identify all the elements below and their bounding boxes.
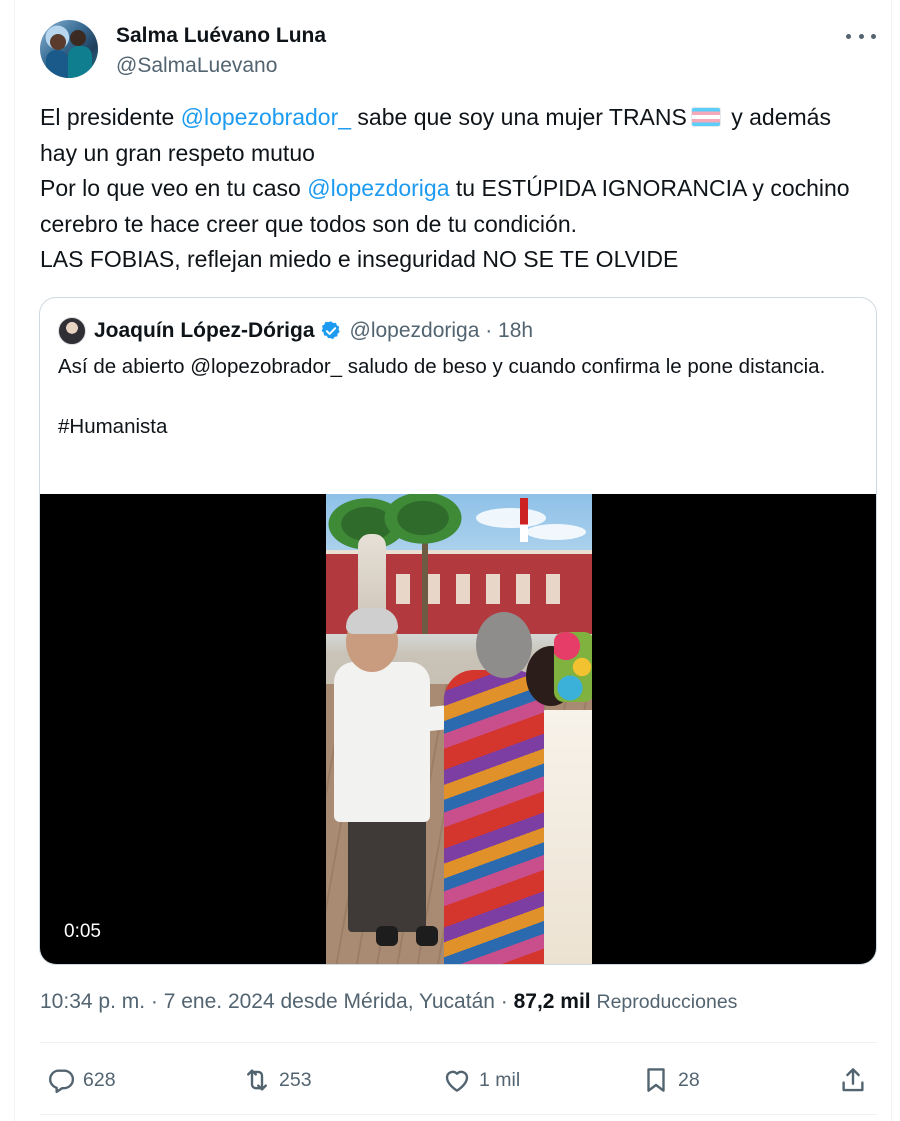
tweet-text-segment: sabe que soy una mujer TRANS: [351, 104, 687, 130]
tweet-header: Salma Luévano Luna @SalmaLuevano: [40, 20, 876, 80]
timeline-border-right: [891, 0, 892, 1121]
views-count: 87,2 mil: [513, 990, 591, 1013]
quoted-author-display-name[interactable]: Joaquín López-Dóriga: [94, 319, 315, 343]
divider: [40, 1042, 877, 1043]
reply-count: 628: [83, 1068, 116, 1091]
author-handle[interactable]: @SalmaLuevano: [116, 54, 277, 78]
action-bar: 628 253 1 mil 28: [40, 1060, 877, 1100]
transgender-flag-icon: [690, 106, 721, 127]
retweet-count: 253: [279, 1068, 312, 1091]
quoted-author-avatar[interactable]: [58, 317, 86, 345]
retweet-icon: [247, 1069, 267, 1091]
quoted-tweet-card[interactable]: Joaquín López-Dóriga @lopezdoriga · 18h …: [39, 297, 877, 965]
heart-icon: [445, 1070, 469, 1092]
reply-button[interactable]: 628: [46, 1060, 116, 1100]
views-label: Reproducciones: [596, 991, 738, 1013]
share-icon: [842, 1068, 864, 1092]
tweet-text: El presidente @lopezobrador_ sabe que so…: [40, 100, 860, 278]
divider: [40, 1114, 877, 1115]
tweet-text-segment: Por lo que veo en tu caso: [40, 175, 308, 201]
retweet-button[interactable]: 253: [242, 1060, 312, 1100]
bookmark-button[interactable]: 28: [641, 1060, 700, 1100]
timestamp-location[interactable]: 10:34 p. m. · 7 ene. 2024 desde Mérida, …: [40, 990, 514, 1013]
bookmark-icon: [647, 1068, 665, 1092]
video-frame-image: [326, 494, 592, 964]
author-avatar[interactable]: [40, 20, 98, 78]
bookmark-count: 28: [678, 1068, 700, 1091]
tweet-meta: 10:34 p. m. · 7 ene. 2024 desde Mérida, …: [40, 990, 737, 1014]
video-timestamp: 0:05: [64, 921, 101, 942]
more-options-icon[interactable]: [846, 26, 876, 46]
video-player[interactable]: 0:05: [40, 494, 876, 964]
like-count: 1 mil: [479, 1068, 521, 1091]
author-display-name[interactable]: Salma Luévano Luna: [116, 24, 326, 48]
mention-lopezobrador[interactable]: @lopezobrador_: [181, 104, 351, 130]
quoted-author-handle-time[interactable]: @lopezdoriga · 18h: [350, 319, 534, 343]
tweet-text-segment: El presidente: [40, 104, 181, 130]
tweet-text-segment: LAS FOBIAS, reflejan miedo e inseguridad…: [40, 246, 679, 272]
mention-lopezdoriga[interactable]: @lopezdoriga: [307, 175, 449, 201]
reply-icon: [49, 1069, 75, 1094]
like-button[interactable]: 1 mil: [442, 1060, 520, 1100]
quoted-tweet-text: Así de abierto @lopezobrador_ saludo de …: [58, 355, 826, 438]
timeline-border-left: [14, 0, 15, 1121]
verified-badge-icon: [321, 321, 340, 340]
quoted-tweet-header: Joaquín López-Dóriga @lopezdoriga · 18h: [58, 316, 533, 346]
share-button[interactable]: [838, 1060, 875, 1100]
